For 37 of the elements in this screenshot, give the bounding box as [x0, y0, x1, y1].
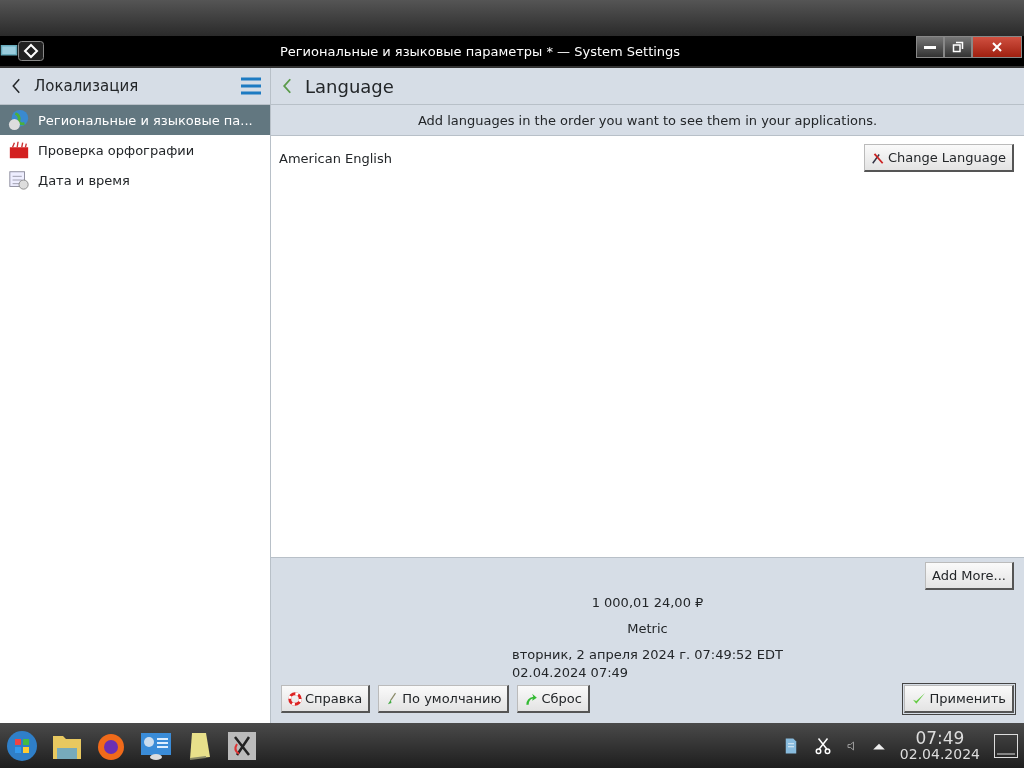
- scissors-icon: [813, 736, 832, 755]
- preview-text: вторник, 2 апреля 2024 г. 07:49:52 EDT 02.04.2024 07:49: [512, 646, 783, 682]
- window-menu-icon[interactable]: [18, 41, 44, 61]
- lifebuoy-icon: [288, 691, 302, 706]
- apply-button[interactable]: Применить: [903, 685, 1014, 713]
- minimize-button[interactable]: [916, 36, 944, 58]
- toolbox-icon: [8, 139, 30, 161]
- calendar-clock-icon: [8, 169, 30, 191]
- reset-button[interactable]: Сброс: [517, 685, 590, 713]
- sidebar-item[interactable]: Региональные и языковые па...: [0, 105, 270, 135]
- add-more-button[interactable]: Add More...: [925, 562, 1014, 590]
- defaults-button[interactable]: По умолчанию: [378, 685, 510, 713]
- close-button[interactable]: [972, 36, 1022, 58]
- sidebar-item[interactable]: Проверка орфографии: [0, 135, 270, 165]
- hint-text: Add languages in the order you want to see them in your applications.: [417, 112, 878, 128]
- start-orb-icon[interactable]: [6, 729, 38, 762]
- globe-icon: [8, 109, 30, 131]
- clock-time[interactable]: 07:49: [915, 729, 965, 746]
- close-icon: [991, 41, 1003, 53]
- sidebar-item[interactable]: Дата и время: [0, 165, 270, 195]
- sidebar-title: Локализация: [34, 77, 140, 95]
- minimize-icon: [924, 45, 936, 49]
- change-language-button[interactable]: Change Language: [863, 144, 1014, 172]
- show-desktop-icon[interactable]: [994, 733, 1018, 758]
- restore-button[interactable]: [944, 36, 972, 58]
- x-app-icon[interactable]: [228, 731, 256, 760]
- language-name: American English: [279, 150, 392, 166]
- preview-text: 1 000,01 24,00 ₽: [591, 594, 704, 612]
- window-title: Региональные и языковые параметры * — System Settings: [278, 43, 682, 59]
- help-button[interactable]: Справка: [281, 685, 371, 713]
- clock-date[interactable]: 02.04.2024: [899, 745, 980, 762]
- menu-icon[interactable]: [240, 76, 262, 96]
- arrow-icon: [524, 691, 539, 706]
- restore-icon: [952, 41, 964, 53]
- preview-text: Metric: [627, 620, 668, 638]
- page-title: Language: [305, 75, 395, 97]
- settings-window-icon[interactable]: [140, 730, 172, 761]
